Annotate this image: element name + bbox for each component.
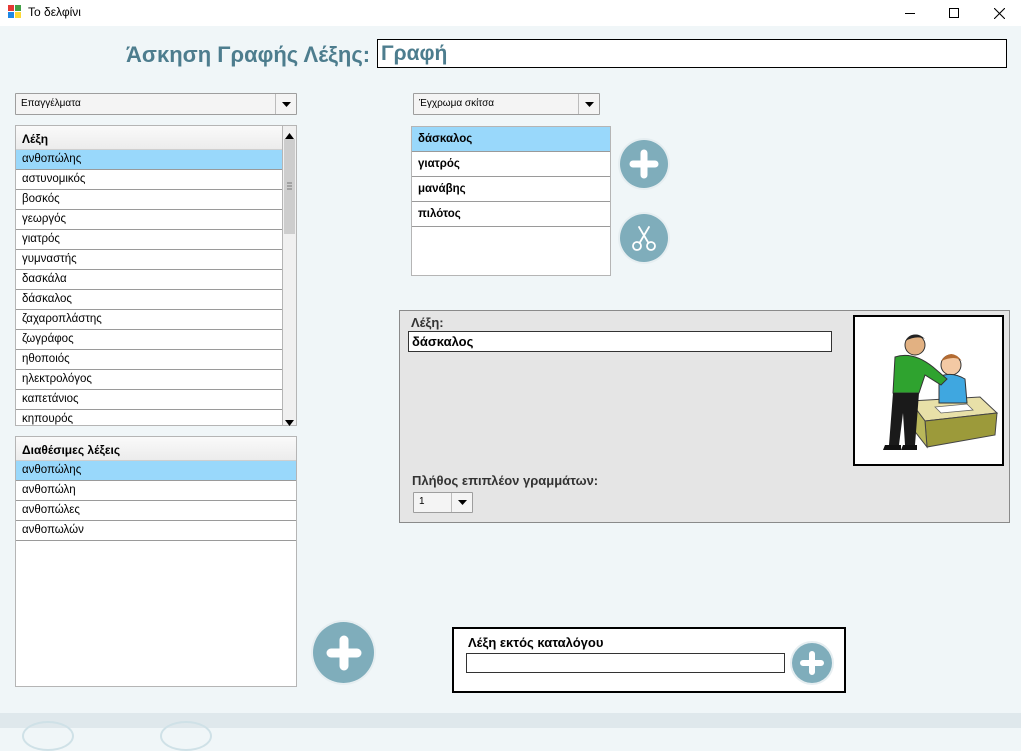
plus-icon bbox=[629, 149, 659, 179]
bottom-toolbar bbox=[0, 713, 1021, 751]
window-title: Το δελφίνι bbox=[28, 5, 81, 19]
minimize-button[interactable] bbox=[887, 0, 933, 26]
word-list: Λέξη ανθοπώλης αστυνομικός βοσκός γεωργός γι… bbox=[15, 125, 283, 426]
word-list-row[interactable]: ζωγράφος bbox=[16, 330, 282, 350]
close-icon bbox=[993, 7, 1005, 19]
word-list-row[interactable]: γιατρός bbox=[16, 230, 282, 250]
extra-letters-label: Πλήθος επιπλέον γραμμάτων: bbox=[412, 473, 599, 488]
extra-letters-select[interactable]: 1 bbox=[413, 492, 473, 513]
exercise-heading: Άσκηση Γραφής Λέξης: bbox=[126, 42, 371, 67]
available-word-row[interactable]: ανθοπώλης bbox=[16, 461, 296, 481]
word-list-row[interactable]: βοσκός bbox=[16, 190, 282, 210]
exercise-words-list: δάσκαλος γιατρός μανάβης πιλότος bbox=[411, 126, 611, 276]
out-of-catalog-input[interactable] bbox=[466, 653, 785, 673]
chevron-down-icon bbox=[578, 94, 599, 114]
available-word-row[interactable]: ανθοπωλών bbox=[16, 521, 296, 541]
word-input[interactable]: δάσκαλος bbox=[408, 331, 832, 352]
category-select[interactable]: Επαγγέλματα bbox=[15, 93, 297, 115]
toolbar-button[interactable] bbox=[160, 721, 212, 751]
exercise-word-row[interactable]: δάσκαλος bbox=[412, 127, 610, 152]
exercise-word-row[interactable]: πιλότος bbox=[412, 202, 610, 227]
exercise-title-input[interactable]: Γραφή bbox=[377, 39, 1007, 68]
extra-letters-value: 1 bbox=[419, 496, 425, 507]
word-list-row[interactable]: κηπουρός bbox=[16, 410, 282, 425]
maximize-button[interactable] bbox=[931, 0, 977, 26]
plus-icon bbox=[800, 651, 824, 675]
plus-icon bbox=[326, 635, 361, 670]
remove-word-button[interactable] bbox=[620, 214, 668, 262]
scissors-icon bbox=[632, 226, 656, 251]
add-custom-word-button[interactable] bbox=[792, 643, 832, 683]
close-button[interactable] bbox=[976, 0, 1021, 26]
word-list-row[interactable]: δασκάλα bbox=[16, 270, 282, 290]
title-bar: Το δελφίνι bbox=[0, 0, 1021, 26]
chevron-down-icon bbox=[275, 94, 296, 114]
category-select-value: Επαγγέλματα bbox=[21, 98, 81, 109]
toolbar-button[interactable] bbox=[22, 721, 74, 751]
app-logo-icon bbox=[8, 5, 21, 18]
add-available-word-button[interactable] bbox=[313, 622, 374, 683]
available-words-header: Διαθέσιμες λέξεις bbox=[16, 437, 296, 461]
minimize-icon bbox=[905, 13, 915, 14]
available-word-row[interactable]: ανθοπώλες bbox=[16, 501, 296, 521]
word-list-row[interactable]: ζαχαροπλάστης bbox=[16, 310, 282, 330]
word-list-row[interactable]: γυμναστής bbox=[16, 250, 282, 270]
word-list-row[interactable]: ηθοποιός bbox=[16, 350, 282, 370]
exercise-word-row[interactable]: γιατρός bbox=[412, 152, 610, 177]
word-label: Λέξη: bbox=[411, 315, 444, 330]
available-word-row[interactable]: ανθοπώλη bbox=[16, 481, 296, 501]
word-list-header: Λέξη bbox=[16, 126, 282, 150]
add-word-button[interactable] bbox=[620, 140, 668, 188]
image-style-select-value: Έγχρωμα σκίτσα bbox=[419, 98, 495, 109]
word-list-row[interactable]: ανθοπώλης bbox=[16, 150, 282, 170]
word-illustration bbox=[853, 315, 1004, 466]
word-list-row[interactable]: καπετάνιος bbox=[16, 390, 282, 410]
scroll-thumb[interactable] bbox=[284, 139, 295, 234]
scroll-down-icon[interactable] bbox=[285, 416, 294, 429]
out-of-catalog-box: Λέξη εκτός καταλόγου bbox=[452, 627, 846, 693]
word-list-row[interactable]: ηλεκτρολόγος bbox=[16, 370, 282, 390]
available-words-list: Διαθέσιμες λέξεις ανθοπώλης ανθοπώλη ανθοπ… bbox=[15, 436, 297, 687]
word-list-scrollbar[interactable] bbox=[283, 125, 297, 426]
out-of-catalog-label: Λέξη εκτός καταλόγου bbox=[468, 635, 604, 650]
word-list-row[interactable]: δάσκαλος bbox=[16, 290, 282, 310]
word-list-row[interactable]: αστυνομικός bbox=[16, 170, 282, 190]
chevron-down-icon bbox=[451, 493, 472, 512]
word-list-row[interactable]: γεωργός bbox=[16, 210, 282, 230]
image-style-select[interactable]: Έγχρωμα σκίτσα bbox=[413, 93, 600, 115]
maximize-icon bbox=[949, 8, 959, 18]
exercise-word-row[interactable]: μανάβης bbox=[412, 177, 610, 202]
